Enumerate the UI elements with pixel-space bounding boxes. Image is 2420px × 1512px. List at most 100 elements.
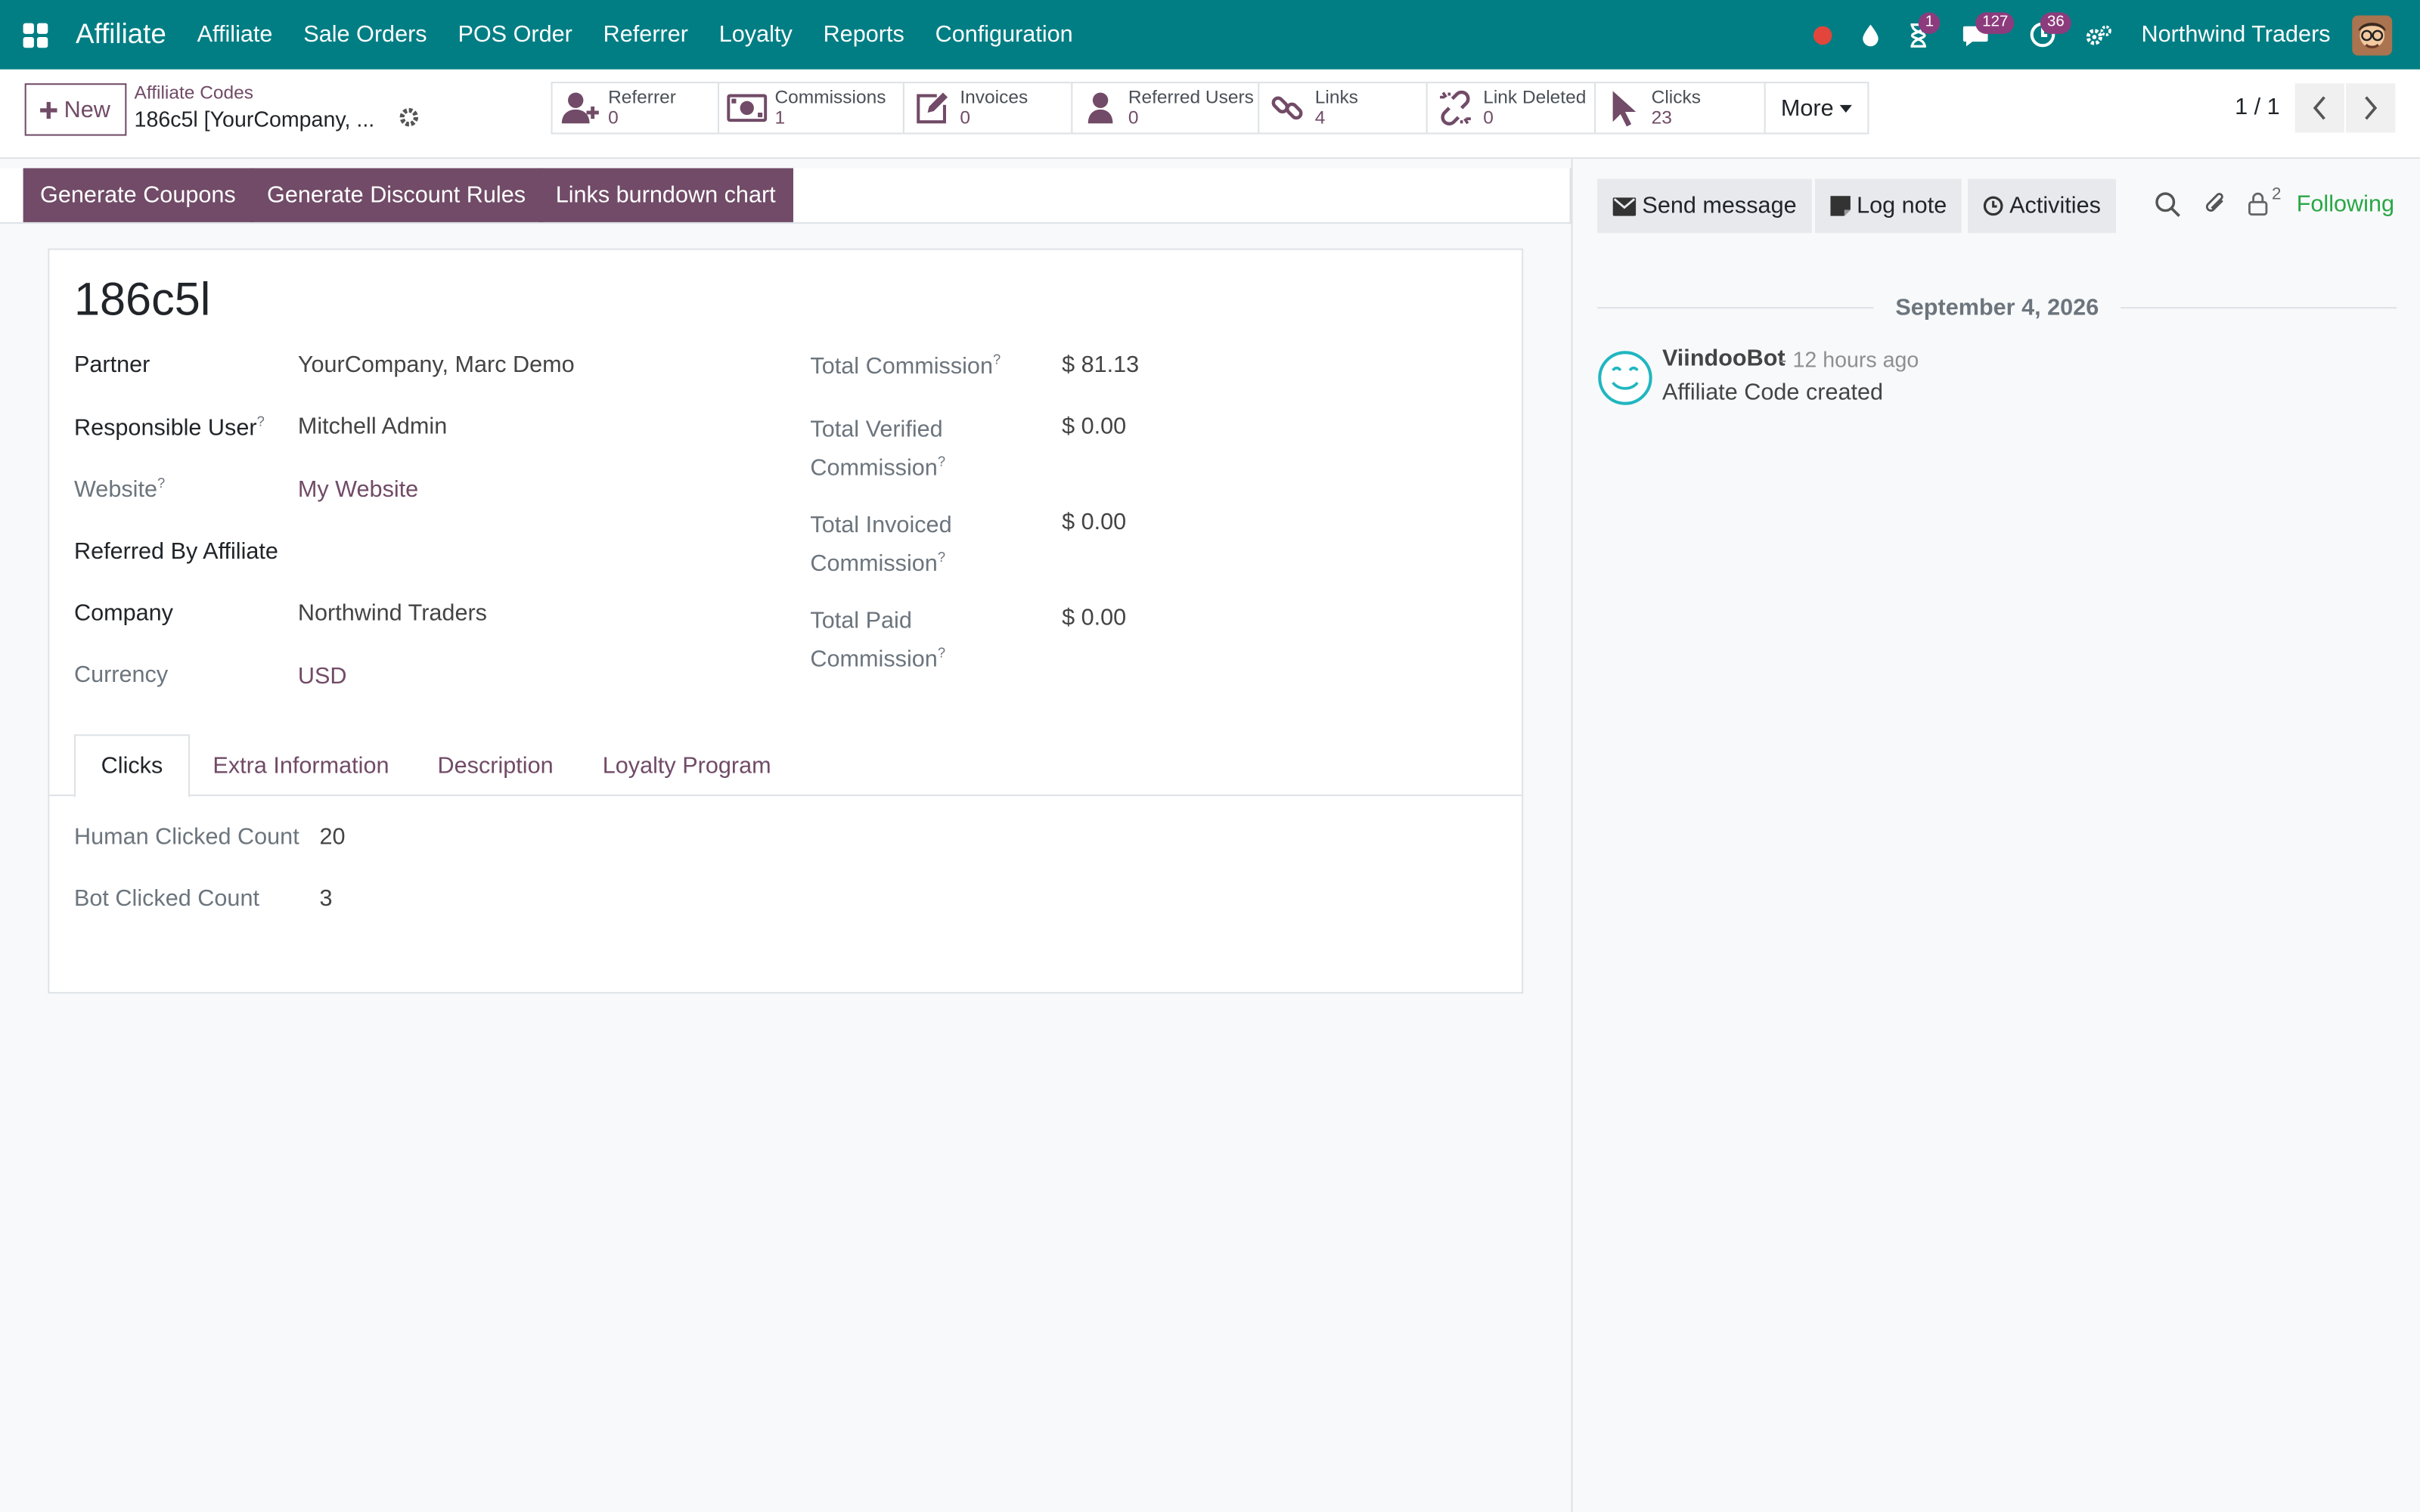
- total-invoiced-commission-label: Total Invoiced Commission?: [810, 509, 951, 580]
- tab-loyalty-program[interactable]: Loyalty Program: [579, 734, 795, 796]
- send-message-label: Send message: [1642, 193, 1797, 219]
- help-tooltip-icon[interactable]: ?: [257, 414, 265, 429]
- breadcrumb-parent[interactable]: Affiliate Codes: [135, 82, 253, 104]
- paperclip-icon[interactable]: [2202, 191, 2230, 219]
- pager-next-button[interactable]: [2346, 83, 2396, 133]
- smart-value-invoices: 0: [960, 106, 971, 129]
- bot-avatar[interactable]: [1597, 350, 1652, 405]
- total-commission-label-text: Total Commission: [810, 353, 993, 380]
- smart-button-referrer[interactable]: Referrer 0: [551, 82, 720, 135]
- menu-reports[interactable]: Reports: [808, 22, 920, 48]
- pager-value[interactable]: 1 / 1: [2235, 94, 2280, 120]
- activities-button[interactable]: Activities: [1968, 178, 2117, 234]
- smart-label-referred-users: Referred Users: [1128, 86, 1254, 108]
- smart-button-link-deleted[interactable]: Link Deleted 0: [1426, 82, 1596, 135]
- help-tooltip-icon[interactable]: ?: [157, 476, 165, 491]
- record-title[interactable]: 186c5l: [74, 274, 210, 327]
- search-icon[interactable]: [2155, 191, 2183, 219]
- company-label: Company: [73, 600, 173, 627]
- menu-loyalty[interactable]: Loyalty: [703, 22, 808, 48]
- followers-lock-icon[interactable]: [2247, 191, 2290, 219]
- log-note-button[interactable]: Log note: [1814, 178, 1962, 234]
- smart-button-clicks[interactable]: Clicks 23: [1594, 82, 1766, 135]
- envelope-icon: [1612, 197, 1637, 215]
- timer-badge: 36: [2040, 12, 2071, 34]
- smart-value-commissions: 1: [774, 106, 786, 129]
- menu-pos-order[interactable]: POS Order: [442, 22, 588, 48]
- notebook-tabs: Clicks Extra Information Description Loy…: [49, 734, 1522, 798]
- partner-value[interactable]: YourCompany, Marc Demo: [298, 352, 575, 378]
- sticky-note-icon: [1830, 196, 1851, 216]
- total-invoiced-commission-value: $ 0.00: [1062, 509, 1127, 536]
- responsible-user-label-text: Responsible User: [73, 414, 257, 442]
- generate-discount-rules-button[interactable]: Generate Discount Rules: [250, 168, 543, 222]
- send-message-button[interactable]: Send message: [1597, 178, 1813, 234]
- more-button-label: More: [1780, 94, 1834, 122]
- help-tooltip-icon[interactable]: ?: [993, 352, 1001, 367]
- company-value[interactable]: Northwind Traders: [298, 600, 487, 627]
- smart-button-referred-users[interactable]: Referred Users 0: [1071, 82, 1260, 135]
- smart-label-clicks: Clicks: [1651, 86, 1701, 108]
- currency-label: Currency: [73, 662, 169, 689]
- smart-label-link-deleted: Link Deleted: [1483, 86, 1587, 108]
- gear-icon[interactable]: [399, 107, 420, 129]
- message-body: Affiliate Code created: [1661, 380, 1884, 406]
- user-icon: [1072, 83, 1128, 132]
- new-button-label: New: [64, 96, 110, 123]
- menu-configuration[interactable]: Configuration: [920, 22, 1088, 48]
- smart-value-links: 4: [1314, 106, 1326, 129]
- smart-button-commissions[interactable]: Commissions 1: [717, 82, 904, 135]
- settings-cogs-icon[interactable]: [2075, 0, 2123, 70]
- responsible-user-value[interactable]: Mitchell Admin: [298, 414, 447, 440]
- smart-label-commissions: Commissions: [774, 86, 886, 108]
- smart-value-link-deleted: 0: [1483, 106, 1494, 129]
- record-icon[interactable]: [1798, 0, 1846, 70]
- message-author[interactable]: ViindooBot: [1662, 345, 1786, 372]
- tab-extra-information[interactable]: Extra Information: [191, 734, 411, 796]
- website-value[interactable]: My Website: [298, 477, 418, 503]
- date-line-left: [1597, 306, 1874, 308]
- more-button[interactable]: More: [1764, 82, 1869, 135]
- smart-button-links[interactable]: Links 4: [1258, 82, 1428, 135]
- help-tooltip-icon[interactable]: ?: [938, 645, 945, 660]
- edit-icon: [904, 83, 960, 132]
- help-tooltip-icon[interactable]: ?: [938, 550, 945, 565]
- human-clicked-count-label: Human Clicked Count: [73, 823, 299, 850]
- smart-button-invoices[interactable]: Invoices 0: [902, 82, 1073, 135]
- app-brand[interactable]: Affiliate: [76, 18, 166, 51]
- total-verified-label-line1: Total Verified: [810, 417, 943, 443]
- activities-badge: 1: [1919, 12, 1941, 34]
- user-plus-icon: [553, 83, 608, 132]
- partner-label: Partner: [73, 352, 150, 378]
- chevron-right-icon: [2363, 96, 2378, 121]
- menu-affiliate[interactable]: Affiliate: [182, 22, 288, 48]
- tab-clicks[interactable]: Clicks: [73, 734, 191, 798]
- links-burndown-chart-button[interactable]: Links burndown chart: [538, 168, 793, 222]
- smart-label-invoices: Invoices: [960, 86, 1028, 108]
- following-button[interactable]: Following: [2297, 191, 2394, 218]
- status-bar: Generate Coupons Generate Discount Rules…: [0, 168, 1571, 224]
- human-clicked-count-value: 20: [319, 823, 346, 850]
- currency-value[interactable]: USD: [298, 664, 347, 690]
- tab-description[interactable]: Description: [414, 734, 577, 796]
- timer-icon[interactable]: 36: [2010, 0, 2075, 70]
- help-tooltip-icon[interactable]: ?: [938, 454, 945, 469]
- company-switcher[interactable]: Northwind Traders: [2141, 22, 2330, 48]
- bot-clicked-count-value: 3: [319, 885, 333, 912]
- messages-icon[interactable]: 127: [1942, 0, 2015, 70]
- generate-coupons-button[interactable]: Generate Coupons: [23, 168, 253, 222]
- top-navbar: Affiliate Affiliate Sale Orders POS Orde…: [0, 0, 2420, 70]
- message-time: - 12 hours ago: [1779, 347, 1919, 372]
- message-date: September 4, 2026: [1895, 293, 2099, 321]
- user-avatar[interactable]: [2352, 14, 2393, 55]
- menu-sale-orders[interactable]: Sale Orders: [288, 22, 442, 48]
- cursor-icon: [1596, 83, 1651, 132]
- form-sheet: 186c5l Partner YourCompany, Marc Demo Re…: [48, 248, 1524, 994]
- apps-menu-icon[interactable]: [0, 0, 70, 70]
- new-button[interactable]: New: [24, 83, 127, 136]
- activity-hourglass-icon[interactable]: 1: [1894, 0, 1942, 70]
- menu-referrer[interactable]: Referrer: [588, 22, 703, 48]
- drop-icon[interactable]: [1847, 0, 1894, 70]
- pager-previous-button[interactable]: [2294, 83, 2344, 133]
- smart-value-referred-users: 0: [1128, 106, 1139, 129]
